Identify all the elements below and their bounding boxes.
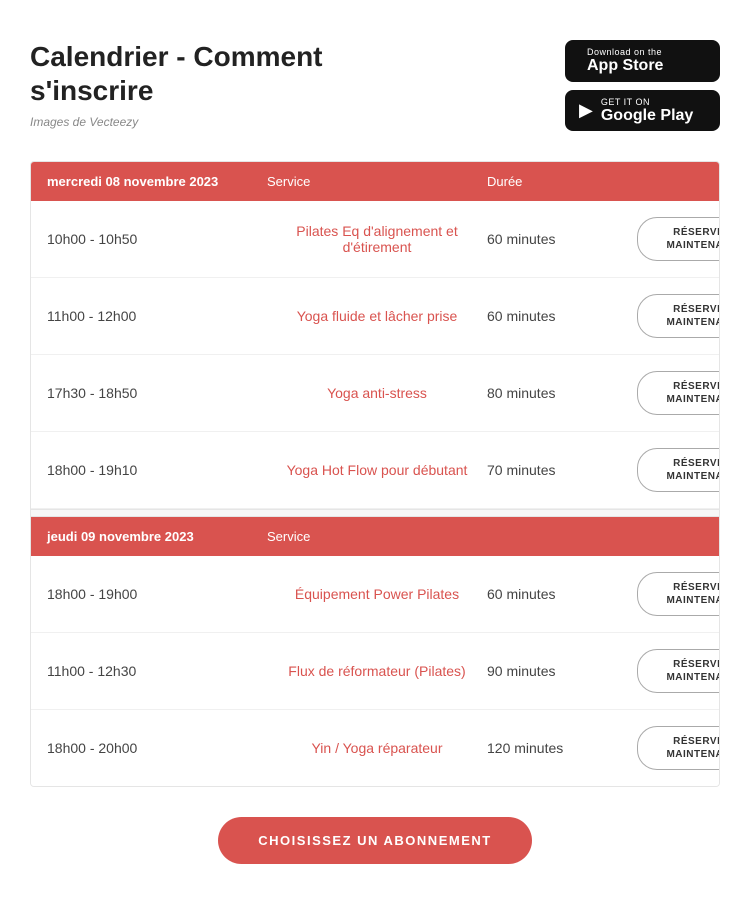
google-play-bottom-label: Google Play — [601, 107, 693, 125]
image-credit: Images de Vecteezy — [30, 115, 323, 129]
row-time: 17h30 - 18h50 — [47, 385, 267, 401]
reserve-button[interactable]: RÉSERVEZ MAINTENANT — [637, 371, 720, 415]
reserve-button[interactable]: RÉSERVEZ MAINTENANT — [637, 217, 720, 261]
reserve-button[interactable]: RÉSERVEZ MAINTENANT — [637, 649, 720, 693]
section-divider — [31, 509, 719, 517]
row-service: Yoga fluide et lâcher prise — [267, 308, 487, 324]
reserve-button[interactable]: RÉSERVEZ MAINTENANT — [637, 448, 720, 492]
google-play-badge[interactable]: ▶ GET IT ON Google Play — [565, 90, 720, 132]
section-header-1: jeudi 09 novembre 2023 Service — [31, 517, 719, 556]
subscription-button[interactable]: CHOISISSEZ UN ABONNEMENT — [218, 817, 531, 864]
row-service: Yoga anti-stress — [267, 385, 487, 401]
data-row-0-3: 18h00 - 19h10 Yoga Hot Flow pour débutan… — [31, 432, 719, 509]
app-store-badge[interactable]: Download on the App Store — [565, 40, 720, 82]
data-row-1-2: 18h00 - 20h00 Yin / Yoga réparateur 120 … — [31, 710, 719, 786]
row-time: 18h00 - 20h00 — [47, 740, 267, 756]
google-play-icon: ▶ — [579, 101, 593, 119]
row-duration: 90 minutes — [487, 663, 637, 679]
section-header-0: mercredi 08 novembre 2023 Service Durée — [31, 162, 719, 201]
row-time: 18h00 - 19h00 — [47, 586, 267, 602]
row-service: Yin / Yoga réparateur — [267, 740, 487, 756]
row-duration: 70 minutes — [487, 462, 637, 478]
app-store-bottom-label: App Store — [587, 57, 663, 75]
row-service: Équipement Power Pilates — [267, 586, 487, 602]
row-duration: 120 minutes — [487, 740, 637, 756]
store-badges: Download on the App Store ▶ GET IT ON Go… — [565, 40, 720, 131]
header-left: Calendrier - Comment s'inscrire Images d… — [30, 40, 323, 129]
reserve-button[interactable]: RÉSERVEZ MAINTENANT — [637, 572, 720, 616]
data-row-1-1: 11h00 - 12h30 Flux de réformateur (Pilat… — [31, 633, 719, 710]
data-row-1-0: 18h00 - 19h00 Équipement Power Pilates 6… — [31, 556, 719, 633]
section-col-service-1: Service — [267, 529, 487, 544]
schedule-table: mercredi 08 novembre 2023 Service Durée … — [30, 161, 720, 787]
row-duration: 60 minutes — [487, 308, 637, 324]
row-service: Yoga Hot Flow pour débutant — [267, 462, 487, 478]
row-duration: 60 minutes — [487, 586, 637, 602]
row-time: 10h00 - 10h50 — [47, 231, 267, 247]
reserve-button[interactable]: RÉSERVEZ MAINTENANT — [637, 294, 720, 338]
section-date-0: mercredi 08 novembre 2023 — [47, 174, 267, 189]
data-row-0-1: 11h00 - 12h00 Yoga fluide et lâcher pris… — [31, 278, 719, 355]
section-date-1: jeudi 09 novembre 2023 — [47, 529, 267, 544]
row-duration: 80 minutes — [487, 385, 637, 401]
row-time: 11h00 - 12h00 — [47, 308, 267, 324]
page-header: Calendrier - Comment s'inscrire Images d… — [30, 40, 720, 131]
page-title: Calendrier - Comment s'inscrire — [30, 40, 323, 107]
row-service: Flux de réformateur (Pilates) — [267, 663, 487, 679]
row-duration: 60 minutes — [487, 231, 637, 247]
section-col-duree-0: Durée — [487, 174, 637, 189]
section-col-service-0: Service — [267, 174, 487, 189]
row-service: Pilates Eq d'alignement et d'étirement — [267, 223, 487, 255]
data-row-0-0: 10h00 - 10h50 Pilates Eq d'alignement et… — [31, 201, 719, 278]
data-row-0-2: 17h30 - 18h50 Yoga anti-stress 80 minute… — [31, 355, 719, 432]
app-store-top-label: Download on the — [587, 47, 663, 57]
footer-cta-row: CHOISISSEZ UN ABONNEMENT — [30, 817, 720, 864]
google-play-top-label: GET IT ON — [601, 97, 693, 107]
reserve-button[interactable]: RÉSERVEZ MAINTENANT — [637, 726, 720, 770]
row-time: 11h00 - 12h30 — [47, 663, 267, 679]
section-col-duree-1 — [487, 529, 637, 544]
row-time: 18h00 - 19h10 — [47, 462, 267, 478]
